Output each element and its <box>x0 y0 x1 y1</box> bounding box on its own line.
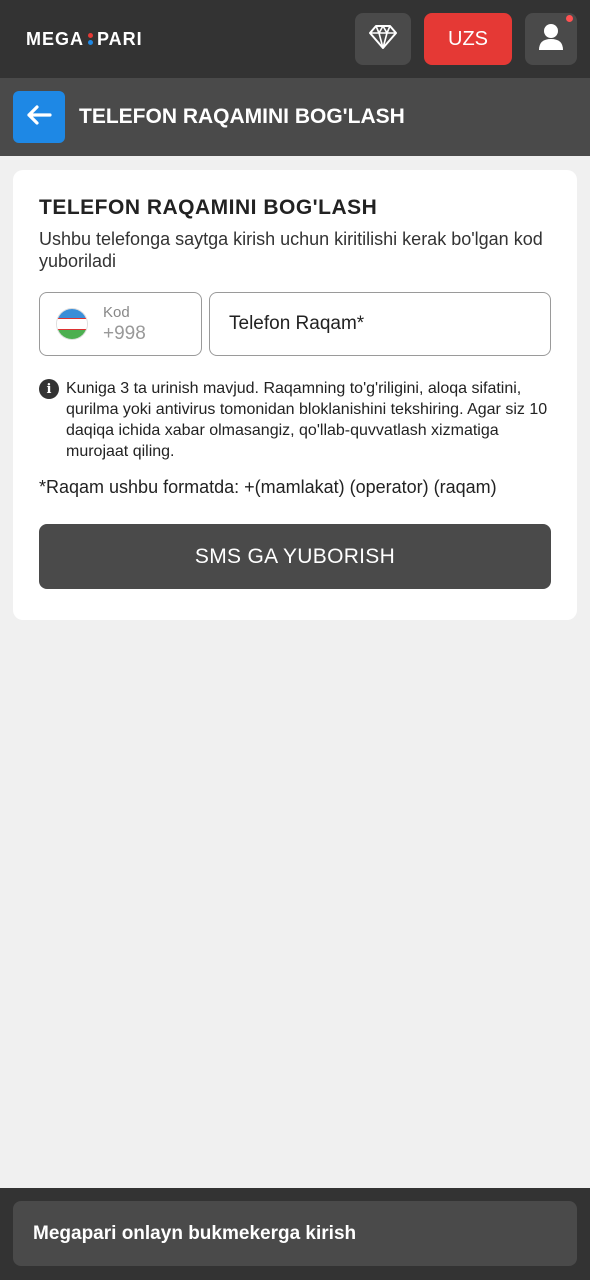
megapari-logo[interactable]: MEGA PARI <box>26 29 342 50</box>
logo-text-left: MEGA <box>26 28 84 49</box>
profile-button[interactable] <box>525 13 577 65</box>
country-code-value: +998 <box>103 322 146 344</box>
country-code-select[interactable]: Kod +998 <box>39 292 202 356</box>
card-title: TELEFON RAQAMINI BOG'LASH <box>39 196 378 219</box>
footer-bar: Megapari onlayn bukmekerga kirish <box>0 1188 590 1280</box>
card-description: Ushbu telefonga saytga kirish uchun kiri… <box>39 229 543 271</box>
info-icon: i <box>39 379 59 399</box>
diamond-icon <box>369 24 397 55</box>
page-header: TELEFON RAQAMINI BOG'LASH <box>0 78 590 156</box>
country-code-label: Kod <box>103 303 130 321</box>
notification-dot <box>566 15 573 22</box>
phone-input-row: Kod +998 <box>39 292 551 356</box>
info-text: Kuniga 3 ta urinish mavjud. Raqamning to… <box>66 380 548 460</box>
footer-link[interactable]: Megapari onlayn bukmekerga kirish <box>13 1201 577 1266</box>
logo-separator <box>88 33 93 45</box>
page-title: TELEFON RAQAMINI BOG'LASH <box>79 105 405 128</box>
logo-text-right: PARI <box>97 28 143 49</box>
arrow-left-icon <box>26 104 52 130</box>
send-sms-button[interactable]: SMS GA YUBORISH <box>39 524 551 589</box>
info-notice: i Kuniga 3 ta urinish mavjud. Raqamning … <box>39 378 551 462</box>
top-bar: MEGA PARI UZS <box>0 0 590 78</box>
phone-number-input[interactable] <box>209 292 551 356</box>
back-button[interactable] <box>13 91 65 143</box>
phone-binding-card: TELEFON RAQAMINI BOG'LASH Ushbu telefong… <box>13 170 577 620</box>
currency-label: UZS <box>448 27 488 50</box>
currency-button[interactable]: UZS <box>424 13 512 65</box>
footer-label: Megapari onlayn bukmekerga kirish <box>33 1222 357 1244</box>
bonus-button[interactable] <box>355 13 411 65</box>
country-code-text: Kod +998 <box>103 304 146 345</box>
user-icon <box>538 23 564 56</box>
format-note: *Raqam ushbu formatda: +(mamlakat) (oper… <box>39 477 497 497</box>
uzbekistan-flag-icon <box>57 309 87 339</box>
